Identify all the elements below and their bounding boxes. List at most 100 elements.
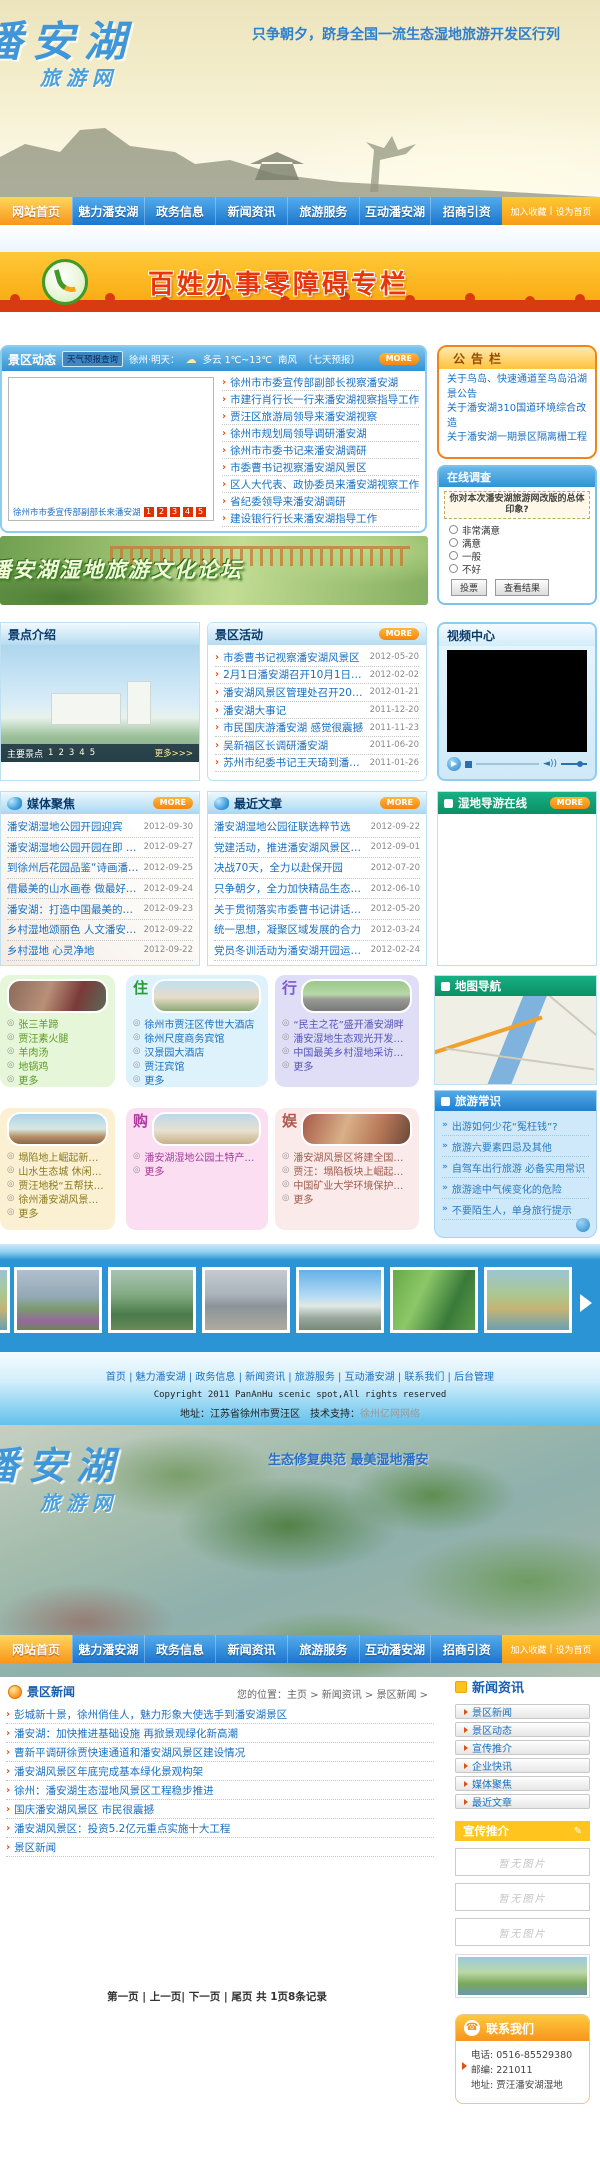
footer-link[interactable]: 政务信息 [195, 1372, 245, 1383]
card-link[interactable]: “民主之花”盛开潘安湖畔 [293, 1016, 403, 1030]
card-link[interactable]: 徐州潘安湖风景区将建全国最美乡 [18, 1191, 108, 1205]
news-link[interactable]: 建设银行行长来潘安湖指导工作 [230, 511, 377, 526]
intro-more-link[interactable]: 更多>>> [155, 747, 193, 759]
news-link[interactable]: 曹新平调研徐贾快速通道和潘安湖风景区建设情况 [14, 1745, 245, 1760]
nav-item-charm[interactable]: 魅力潘安湖 [72, 197, 144, 225]
nav-item-home[interactable]: 网站首页 [0, 1635, 72, 1663]
news-link[interactable]: 乡村湿地 心灵净地 [7, 943, 94, 958]
photo-thumbnail[interactable] [0, 1267, 10, 1333]
footer-link[interactable]: 魅力潘安湖 [136, 1372, 196, 1383]
nav-item-home[interactable]: 网站首页 [0, 197, 72, 225]
news-link[interactable]: 潘安湖风景区：投资5.2亿元重点实施十大工程 [14, 1821, 230, 1836]
news-link[interactable]: 决战70天，全力以赴保开园 [214, 860, 343, 875]
set-homepage-link[interactable]: 设为首页 [556, 1643, 592, 1656]
sidebar-item-dynamics[interactable]: 景区动态 [455, 1722, 590, 1737]
card-link[interactable]: 汉景园大酒店 [144, 1044, 204, 1058]
sidebar-item-media[interactable]: 媒体聚焦 [455, 1776, 590, 1791]
news-link[interactable]: 潘安湖风景区管理处召开2011年度 [223, 685, 365, 700]
no-image-placeholder[interactable]: 暂无图片 [455, 1848, 590, 1876]
news-link[interactable]: 彭城新十景，徐州俏佳人，魅力形象大使选手到潘安湖景区 [14, 1707, 287, 1722]
guide-more-button[interactable]: MORE [550, 797, 590, 809]
nav-item-invest[interactable]: 招商引资 [430, 197, 502, 225]
photo-thumbnail[interactable] [390, 1267, 478, 1333]
news-link[interactable]: 2月1日潘安湖召开10月1日开园动 [223, 667, 365, 682]
nav-item-travel[interactable]: 旅游服务 [287, 197, 359, 225]
news-link[interactable]: 徐州市市委书记来潘安湖调研 [230, 443, 367, 458]
news-link[interactable]: 区人大代表、政协委员来潘安湖视察工作 [230, 477, 419, 492]
news-link[interactable]: 苏州市纪委书记王天琦到潘安湖视 [223, 755, 365, 770]
sidebar-item-scenic-news[interactable]: 景区新闻 [455, 1704, 590, 1719]
card-photo[interactable] [7, 979, 108, 1013]
news-link[interactable]: 借最美的山水画卷 做最好的旅游 [7, 881, 140, 896]
photo-thumbnail[interactable] [14, 1267, 102, 1333]
card-more-link[interactable]: 更多 [293, 1058, 313, 1072]
news-link[interactable]: 只争朝夕，全力加快精品生态景区 [214, 881, 367, 896]
news-link[interactable]: 关于贯彻落实市委曹书记讲话精神 [214, 902, 367, 917]
card-photo[interactable] [152, 979, 261, 1013]
card-more-link[interactable]: 更多 [18, 1205, 38, 1219]
footer-link[interactable]: 后台管理 [454, 1372, 494, 1383]
card-link[interactable]: 潘安湖湿地公园土特产购物一条街 [144, 1149, 261, 1163]
news-link[interactable]: 乡村湿地颂丽色 人文潘安蕴风流 [7, 922, 140, 937]
news-link[interactable]: 潘安湖风景区年底完成基本绿化景观构架 [14, 1764, 203, 1779]
volume-slider[interactable] [561, 763, 587, 765]
tip-link[interactable]: 自驾车出行旅游 必备实用常识 [452, 1160, 585, 1175]
card-link[interactable]: 张三羊蹄 [18, 1016, 58, 1030]
news-link[interactable]: 潘安湖大事记 [223, 703, 286, 718]
radio-button[interactable] [449, 551, 458, 560]
news-link[interactable]: 市建行肖行长一行来潘安湖视察指导工作 [230, 392, 419, 407]
next-arrow-icon[interactable] [580, 1294, 592, 1312]
add-favorite-link[interactable]: 加入收藏 [510, 205, 546, 218]
news-link[interactable]: 徐州：潘安湖生态湿地风景区工程稳步推进 [14, 1783, 214, 1798]
news-link[interactable]: 市民国庆游潘安湖 感觉很震撼 [223, 720, 363, 735]
news-link[interactable]: 统一思想，凝聚区域发展的合力 [214, 922, 361, 937]
nav-item-news[interactable]: 新闻资讯 [215, 1635, 287, 1663]
news-link[interactable]: 市委曹书记视察潘安湖风景区 [230, 460, 367, 475]
slide-page-5[interactable]: 5 [196, 507, 206, 517]
slide-page-1[interactable]: 1 [144, 507, 154, 517]
intro-page-2[interactable]: 2 [58, 748, 63, 758]
add-favorite-link[interactable]: 加入收藏 [510, 1643, 546, 1656]
news-link[interactable]: 潘安湖：打造中国最美的乡村湿地 [7, 902, 140, 917]
set-homepage-link[interactable]: 设为首页 [556, 205, 592, 218]
card-link[interactable]: 贾汪：塌陷板块上崛起生态、美丽 [293, 1163, 412, 1177]
news-link[interactable]: 到徐州后花园品鉴“诗画潘安” [7, 860, 140, 875]
card-photo[interactable] [7, 1112, 108, 1146]
news-link[interactable]: 党建活动，推进潘安湖风景区建设 [214, 840, 367, 855]
nav-item-gov[interactable]: 政务信息 [144, 197, 216, 225]
news-link[interactable]: 国庆潘安湖风景区 市民很震撼 [14, 1802, 154, 1817]
card-link[interactable]: 潘安湖风景区将建全国最美乡村生 [293, 1149, 412, 1163]
card-more-link[interactable]: 更多 [144, 1072, 164, 1086]
card-link[interactable]: 徐州市贾汪区传世大酒店 [144, 1016, 254, 1030]
sidebar-item-promotion[interactable]: 宣传推介 [455, 1740, 590, 1755]
card-link[interactable]: 贾汪地税“五帮扶”潘安湖生态 [18, 1177, 108, 1191]
nav-item-interact[interactable]: 互动潘安湖 [359, 197, 431, 225]
footer-link[interactable]: 新闻资讯 [245, 1372, 295, 1383]
tips-corner-icon[interactable] [576, 1218, 590, 1232]
card-photo[interactable] [301, 1112, 412, 1146]
card-more-link[interactable]: 更多 [18, 1072, 38, 1086]
seven-day-forecast-link[interactable]: 〔七天预报〕 [303, 352, 360, 366]
news-link[interactable]: 景区新闻 [14, 1840, 56, 1855]
photo-thumbnail[interactable] [484, 1267, 572, 1333]
pagination[interactable]: 第一页 | 上一页| 下一页 | 尾页 共 1页8条记录 [0, 1989, 434, 2004]
card-link[interactable]: 贾汪素火腿 [18, 1030, 68, 1044]
nav-item-charm[interactable]: 魅力潘安湖 [72, 1635, 144, 1663]
card-link[interactable]: 贾汪宾馆 [144, 1058, 184, 1072]
card-link[interactable]: 羊肉汤 [18, 1044, 48, 1058]
news-link[interactable]: 党员冬训活动为潘安湖开园运营再 [214, 943, 367, 958]
footer-link[interactable]: 旅游服务 [295, 1372, 345, 1383]
support-link[interactable]: 徐州亿网网络 [360, 1409, 420, 1420]
footer-link[interactable]: 联系我们 [404, 1372, 454, 1383]
radio-button[interactable] [449, 564, 458, 573]
intro-page-3[interactable]: 3 [69, 748, 74, 758]
forum-banner[interactable]: 潘安湖湿地旅游文化论坛 [0, 536, 428, 605]
nav-item-gov[interactable]: 政务信息 [144, 1635, 216, 1663]
slide-page-2[interactable]: 2 [157, 507, 167, 517]
intro-page-1[interactable]: 1 [48, 748, 53, 758]
nav-item-news[interactable]: 新闻资讯 [215, 197, 287, 225]
notice-link[interactable]: 关于鸟岛、快速通道至鸟岛沿湖景公告 [447, 373, 587, 402]
media-more-button[interactable]: MORE [153, 797, 193, 809]
news-link[interactable]: 潘安湖湿地公园征联选粹节选 [214, 819, 351, 834]
map-image[interactable] [435, 996, 596, 1084]
